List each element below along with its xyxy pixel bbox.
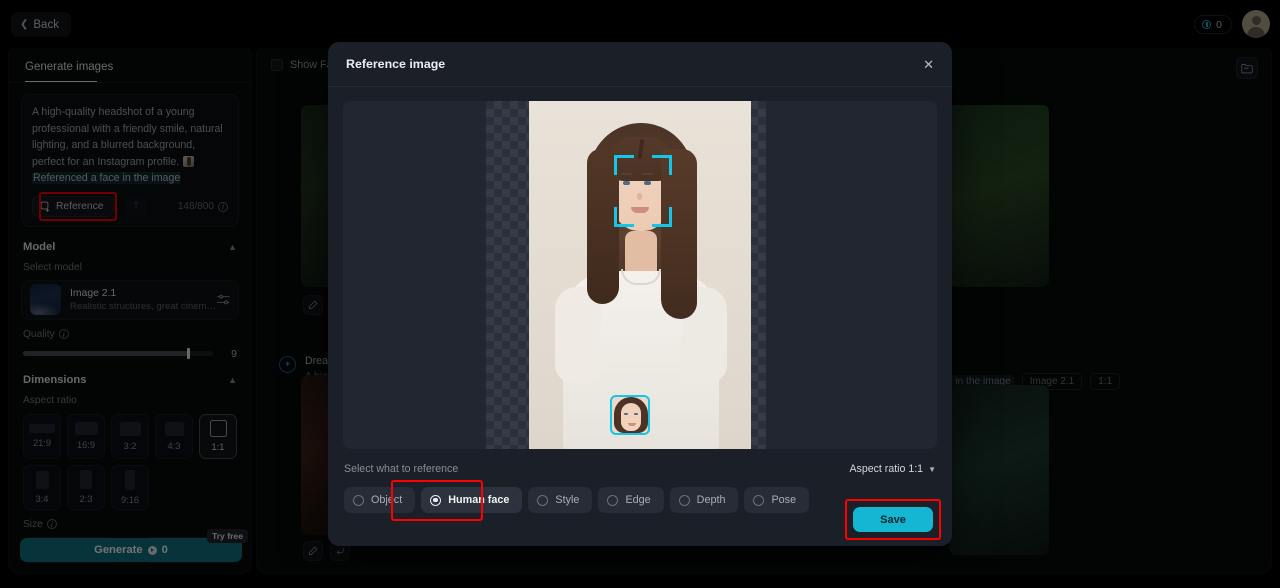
reference-option-human-face[interactable]: Human face [421,487,523,513]
radio-icon [607,494,619,506]
reference-option-edge[interactable]: Edge [598,487,664,513]
radio-icon [753,494,765,506]
reference-option-label: Style [555,494,580,506]
aspect-ratio-dropdown-label: Aspect ratio 1:1 [849,463,924,475]
reference-selection-row: Select what to reference Aspect ratio 1:… [328,461,952,477]
face-box-corner-tr [652,155,672,175]
reference-image-canvas[interactable] [343,101,937,449]
modal-header: Reference image ✕ [328,42,952,87]
reference-option-label: Pose [771,494,797,506]
reference-option-object[interactable]: Object [344,487,416,513]
reference-option-label: Human face [448,494,510,506]
save-area: Save [845,499,941,540]
save-button[interactable]: Save [853,507,933,532]
chevron-down-icon: ▼ [928,464,936,474]
face-box-corner-bl [614,207,634,227]
reference-photo [529,101,751,449]
select-what-to-reference-label: Select what to reference [344,463,459,475]
face-detection-box[interactable] [614,155,672,227]
reference-option-pose[interactable]: Pose [744,487,810,513]
close-icon[interactable]: ✕ [923,58,934,71]
radio-icon [537,494,549,506]
face-box-corner-br [652,207,672,227]
face-chip-eye-left [624,413,628,415]
reference-image-modal: Reference image ✕ Select what to referen… [328,42,952,546]
detected-face-thumbnail[interactable] [610,395,650,435]
face-chip-eye-right [634,413,638,415]
reference-option-depth[interactable]: Depth [669,487,739,513]
radio-icon [353,494,364,506]
face-box-corner-tl [614,155,634,175]
save-button-label: Save [880,513,906,526]
reference-option-label: Edge [625,494,651,506]
radio-icon [678,494,690,506]
reference-option-label: Depth [696,494,726,506]
aspect-ratio-dropdown[interactable]: Aspect ratio 1:1 ▼ [849,463,936,475]
face-chip-face [621,403,641,431]
modal-title: Reference image [346,57,446,71]
reference-option-style[interactable]: Style [528,487,593,513]
reference-option-label: Object [371,494,403,506]
radio-icon [430,494,442,506]
